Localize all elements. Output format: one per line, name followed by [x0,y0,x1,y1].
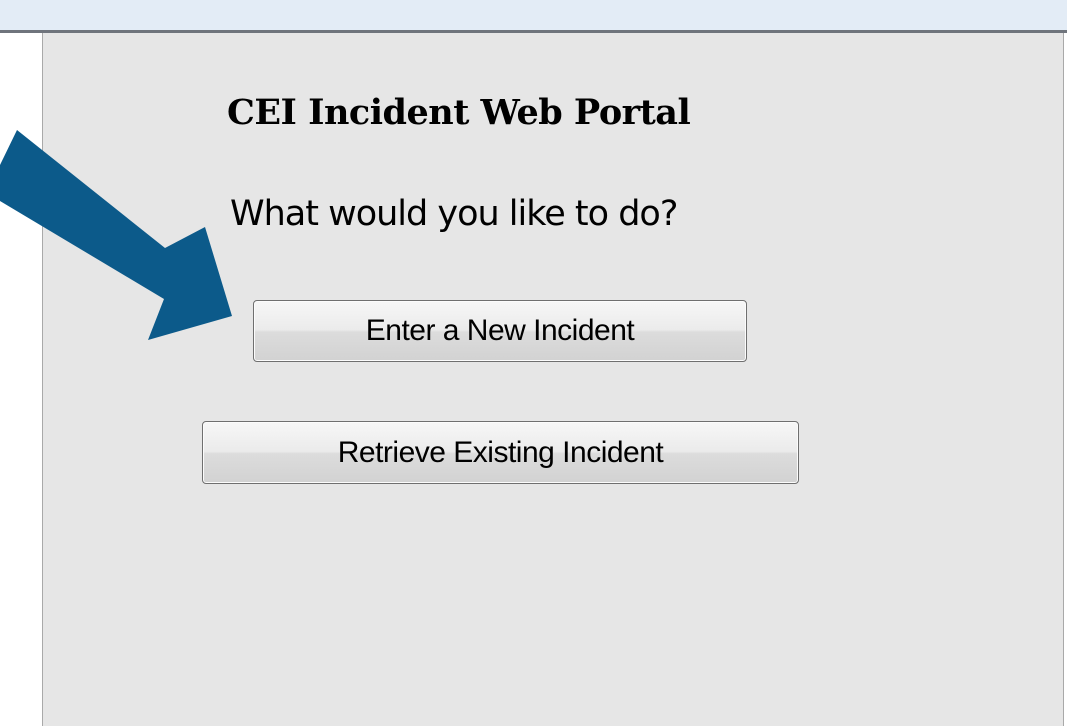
portal-page: CEI Incident Web Portal What would you l… [0,0,1067,726]
portal-panel [42,33,1064,726]
page-title: CEI Incident Web Portal [227,92,691,133]
retrieve-existing-incident-button[interactable]: Retrieve Existing Incident [202,421,799,484]
browser-toolbar [0,0,1067,30]
action-prompt: What would you like to do? [230,194,678,234]
enter-new-incident-button[interactable]: Enter a New Incident [253,300,747,362]
